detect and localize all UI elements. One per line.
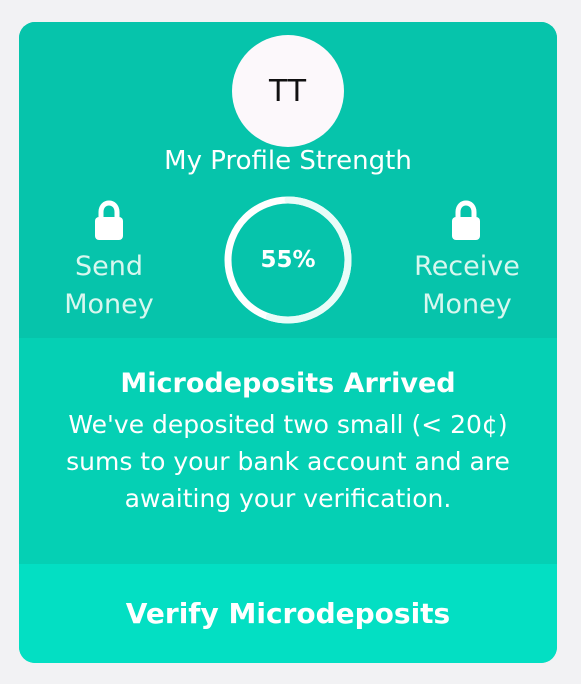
profile-strength-percent: 55% — [260, 247, 316, 273]
receive-money-label-line-1: Receive — [414, 251, 520, 282]
message-body: We've deposited two small (< 20¢) sums t… — [19, 406, 557, 517]
send-money-feature[interactable]: Send Money — [29, 248, 189, 324]
send-money-label-line-2: Money — [64, 289, 154, 320]
microdeposit-message-section: Microdeposits Arrived We've deposited tw… — [19, 338, 557, 564]
receive-money-label-line-2: Money — [422, 289, 512, 320]
message-line-2: sums to your bank account and are — [66, 447, 510, 476]
verify-microdeposits-button[interactable]: Verify Microdeposits — [19, 564, 557, 663]
profile-strength-card: TT My Profile Strength Send Money 55% Re… — [19, 22, 557, 663]
profile-summary-section: TT My Profile Strength Send Money 55% Re… — [19, 22, 557, 338]
profile-strength-progress: 55% — [223, 195, 353, 325]
send-money-lock-icon — [95, 200, 123, 240]
avatar-initials: TT — [268, 73, 308, 109]
avatar[interactable]: TT — [232, 35, 344, 147]
send-money-label-line-1: Send — [74, 251, 143, 282]
profile-strength-title: My Profile Strength — [164, 146, 412, 176]
message-line-3: awaiting your verification. — [124, 484, 452, 513]
receive-money-lock-icon — [452, 200, 480, 240]
receive-money-feature[interactable]: Receive Money — [387, 248, 547, 324]
message-title: Microdeposits Arrived — [120, 368, 456, 399]
message-line-1: We've deposited two small (< 20¢) — [68, 410, 508, 439]
